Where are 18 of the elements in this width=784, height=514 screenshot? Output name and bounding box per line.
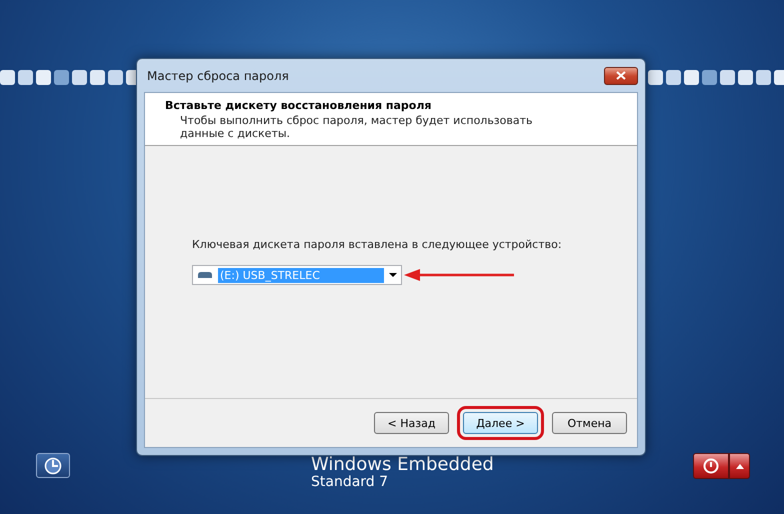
device-label: Ключевая дискета пароля вставлена в следующее устройство: [192, 238, 563, 251]
header-description: Чтобы выполнить сброс пароля, мастер будет использовать данные с дискеты. [179, 114, 534, 140]
close-icon [616, 71, 626, 80]
caret-icon [389, 273, 397, 277]
wizard-button[interactable]: Отмена [552, 412, 627, 434]
close-button[interactable] [604, 66, 638, 84]
wizard-button[interactable]: < Назад [374, 412, 449, 434]
brand-name: Windows Embedded [310, 456, 494, 474]
window-title: Мастер сброса пароля [146, 68, 289, 82]
power-icon [703, 458, 719, 474]
drive-icon [197, 271, 213, 279]
shutdown-button[interactable] [693, 453, 729, 479]
accessibility-button[interactable] [36, 453, 70, 478]
shutdown-options-button[interactable] [729, 453, 750, 479]
header-title: Вставьте дискету восстановления пароля [165, 99, 432, 112]
brand-edition: Standard 7 [310, 474, 390, 490]
selected-device: (E:) USB_STRELEC [218, 268, 384, 282]
caret-icon [736, 464, 744, 468]
